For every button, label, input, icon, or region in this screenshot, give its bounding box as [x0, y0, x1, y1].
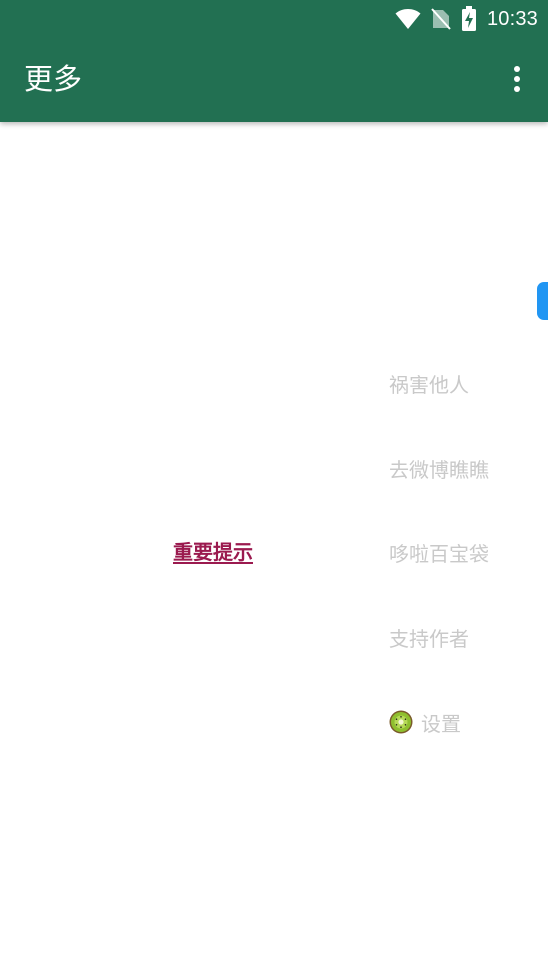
- battery-charging-icon: [461, 6, 476, 31]
- dot: [514, 76, 520, 82]
- menu-item-settings[interactable]: 设置: [389, 702, 461, 742]
- menu-item-doraemon-pocket[interactable]: 哆啦百宝袋: [389, 532, 489, 572]
- menu-item-harm-others[interactable]: 祸害他人: [389, 363, 469, 403]
- no-sim-icon: [431, 8, 451, 30]
- status-bar: 10:33: [0, 0, 548, 38]
- floating-tab[interactable]: [537, 282, 548, 320]
- wifi-icon: [395, 9, 421, 29]
- menu-item-settings-label: 设置: [421, 711, 461, 736]
- menu-item-support-author[interactable]: 支持作者: [389, 617, 469, 657]
- dot: [514, 66, 520, 72]
- page-title: 更多: [24, 62, 83, 96]
- kiwi-icon: [389, 710, 413, 734]
- important-notice-link[interactable]: 重要提示: [173, 538, 253, 566]
- more-vert-icon[interactable]: [500, 62, 534, 96]
- dot: [514, 86, 520, 92]
- status-icons: 10:33: [395, 6, 538, 32]
- app-bar: 10:33 更多: [0, 0, 548, 122]
- content-area: 重要提示 祸害他人 去微博瞧瞧 哆啦百宝袋 支持作者 设置: [0, 122, 548, 980]
- status-time: 10:33: [486, 7, 538, 30]
- menu-item-weibo[interactable]: 去微博瞧瞧: [389, 448, 489, 488]
